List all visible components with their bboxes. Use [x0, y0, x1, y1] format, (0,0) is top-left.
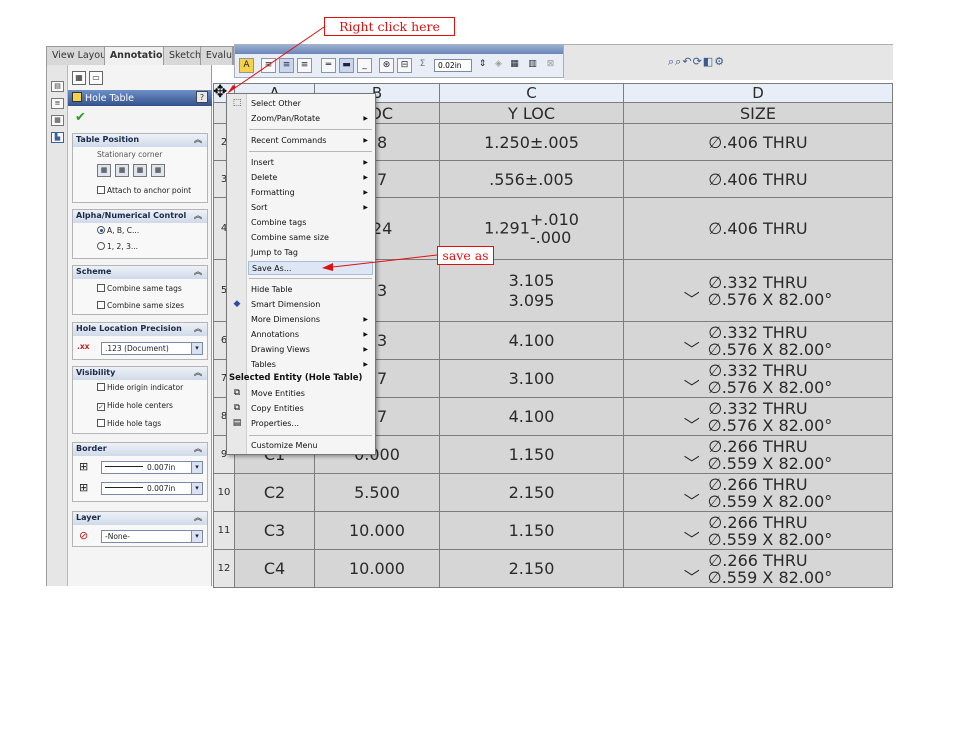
annotation-arrows	[227, 26, 438, 271]
arrowhead-save-as	[322, 263, 333, 271]
arrowhead-right-click	[227, 85, 236, 94]
arrow-right-click	[228, 26, 325, 93]
arrow-save-as	[323, 254, 438, 269]
